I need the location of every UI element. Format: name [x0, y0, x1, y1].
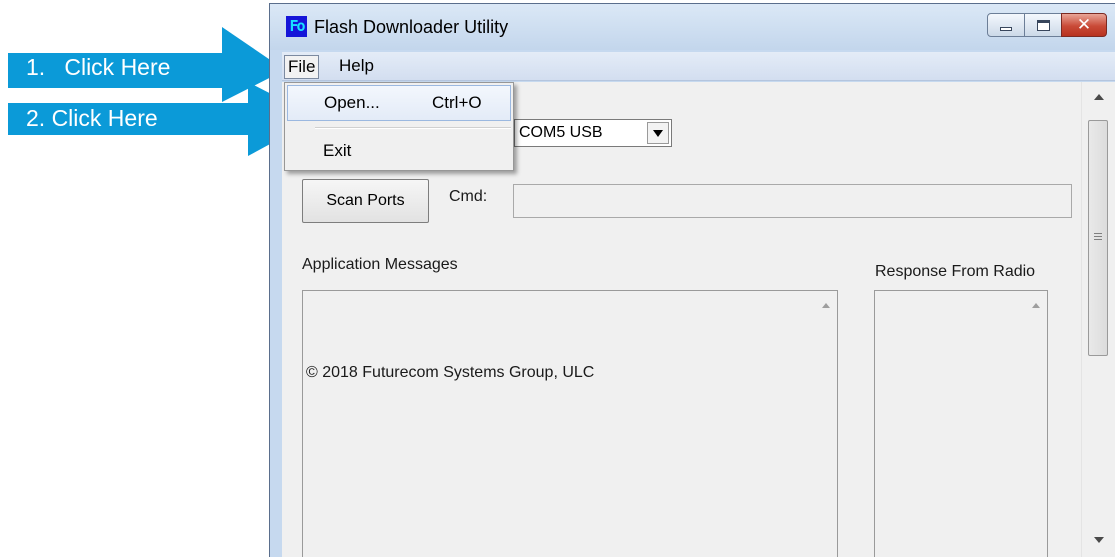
port-select-value: COM5 USB [519, 124, 603, 141]
scroll-down-arrow-icon[interactable] [1094, 537, 1104, 543]
window-vertical-scrollbar[interactable] [1081, 82, 1115, 557]
cmd-label: Cmd: [449, 188, 488, 205]
cmd-input[interactable] [513, 184, 1072, 218]
menu-item-exit-label: Exit [323, 141, 352, 160]
menu-item-open-shortcut: Ctrl+O [432, 93, 482, 112]
close-icon: ✕ [1076, 14, 1092, 35]
menu-file[interactable]: File [284, 55, 320, 79]
app-logo-icon: Fo [286, 16, 307, 37]
scroll-up-arrow-icon[interactable] [1094, 94, 1104, 100]
scroll-up-icon[interactable] [822, 303, 830, 308]
callout-step1: 1. Click Here [26, 54, 171, 80]
menu-separator [315, 127, 511, 129]
title-bar[interactable]: Fo Flash Downloader Utility ✕ [270, 4, 1115, 50]
scrollbar-thumb[interactable] [1088, 120, 1108, 356]
file-menu-dropdown: Open... Ctrl+O Exit [284, 82, 514, 171]
maximize-button[interactable] [1024, 13, 1062, 37]
minimize-button[interactable] [987, 13, 1025, 37]
messages-label: Application Messages [302, 256, 458, 273]
messages-scrollbar[interactable] [817, 291, 837, 557]
menu-bar: File Help [282, 52, 1115, 81]
scroll-up-icon[interactable] [1032, 303, 1040, 308]
port-select-dropdown-button[interactable] [647, 122, 669, 144]
port-select[interactable]: COM5 USB [514, 119, 672, 147]
caption-buttons: ✕ [987, 13, 1107, 37]
chevron-down-icon [653, 129, 663, 137]
response-scrollbar[interactable] [1027, 291, 1047, 557]
menu-item-open-label: Open... [324, 93, 380, 112]
menu-help[interactable]: Help [336, 55, 377, 77]
application-messages-box[interactable]: © 2018 Futurecom Systems Group, ULC [302, 290, 838, 557]
response-label: Response From Radio [875, 263, 1036, 280]
menu-item-open[interactable]: Open... Ctrl+O [287, 85, 511, 121]
callout-step2: 2. Click Here [26, 105, 158, 131]
copyright-text: © 2018 Futurecom Systems Group, ULC [306, 364, 595, 381]
grip-icon [1094, 233, 1102, 241]
scan-ports-button[interactable]: Scan Ports [302, 179, 429, 223]
close-button[interactable]: ✕ [1061, 13, 1107, 37]
minimize-icon [1000, 27, 1012, 31]
menu-item-exit[interactable]: Exit [287, 134, 511, 170]
window-title: Flash Downloader Utility [314, 17, 509, 37]
response-from-radio-box[interactable] [874, 290, 1048, 557]
maximize-icon [1036, 19, 1050, 31]
